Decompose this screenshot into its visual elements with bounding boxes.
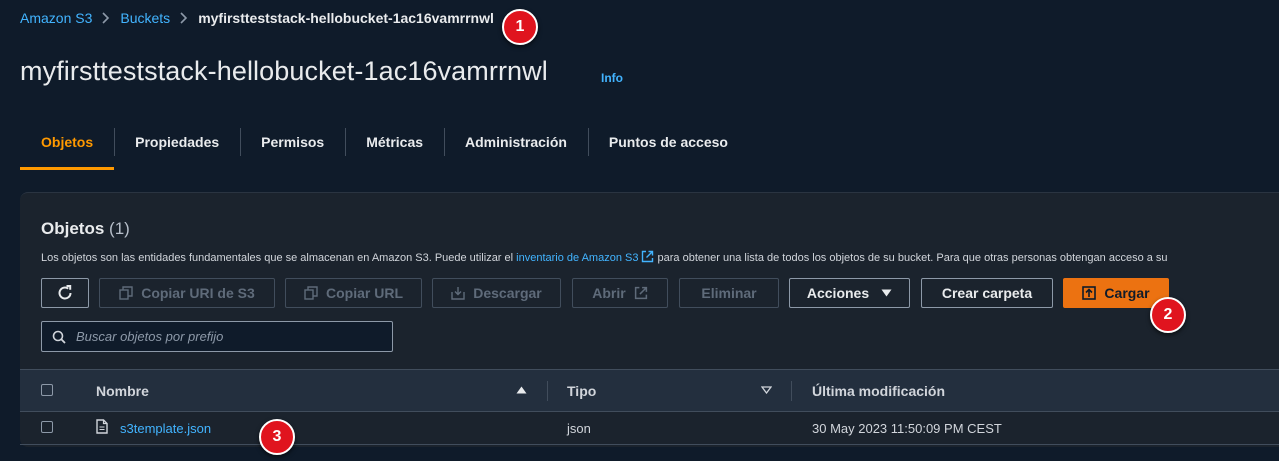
tab-puntos-de-acceso[interactable]: Puntos de acceso xyxy=(587,126,749,170)
info-link[interactable]: Info xyxy=(601,71,623,85)
description-text-start: Los objetos son las entidades fundamenta… xyxy=(41,252,517,264)
objects-panel: Objetos (1) Los objetos son las entidade… xyxy=(20,192,1279,447)
copy-s3-uri-button[interactable]: Copiar URI de S3 xyxy=(99,278,275,308)
upload-label: Cargar xyxy=(1104,285,1150,301)
breadcrumb-buckets[interactable]: Buckets xyxy=(120,10,170,26)
column-header-last-modified[interactable]: Última modificación xyxy=(812,383,945,399)
download-icon xyxy=(451,286,465,300)
create-folder-button[interactable]: Crear carpeta xyxy=(921,278,1053,308)
tab-label: Puntos de acceso xyxy=(608,134,728,150)
inventory-link[interactable]: inventario de Amazon S3 xyxy=(516,252,638,264)
download-label: Descargar xyxy=(473,285,542,301)
external-link-icon xyxy=(634,286,648,300)
table-row: s3template.json json 30 May 2023 11:50:0… xyxy=(20,411,1279,445)
annotation-badge-3: 3 xyxy=(259,419,295,455)
tab-administracion[interactable]: Administración xyxy=(444,126,588,170)
copy-icon xyxy=(119,286,133,300)
objects-description: Los objetos son las entidades fundamenta… xyxy=(41,250,1168,266)
tab-objetos[interactable]: Objetos xyxy=(20,126,115,170)
table-header: Nombre Tipo Última modificación xyxy=(20,369,1279,412)
file-icon xyxy=(96,419,108,434)
row-checkbox[interactable] xyxy=(41,421,53,433)
object-type: json xyxy=(567,421,591,436)
tab-label: Permisos xyxy=(261,134,325,150)
breadcrumb: Amazon S3 Buckets myfirstteststack-hello… xyxy=(20,10,494,26)
delete-label: Eliminar xyxy=(701,285,757,301)
description-text-end: para obtener una lista de todos los obje… xyxy=(654,252,1168,264)
sort-ascending-icon[interactable] xyxy=(516,386,527,394)
tab-label: Propiedades xyxy=(135,134,220,150)
tab-permisos[interactable]: Permisos xyxy=(240,126,345,170)
upload-icon xyxy=(1082,286,1097,300)
tab-label: Métricas xyxy=(366,134,424,150)
annotation-badge-2: 2 xyxy=(1150,297,1186,333)
objects-count: (1) xyxy=(109,219,130,238)
search-field[interactable] xyxy=(41,321,393,352)
copy-url-label: Copiar URL xyxy=(326,285,403,301)
open-label: Abrir xyxy=(592,285,626,301)
column-separator xyxy=(791,381,792,401)
delete-button[interactable]: Eliminar xyxy=(679,278,779,308)
page-title: myfirstteststack-hellobucket-1ac16vamrrn… xyxy=(20,56,548,86)
tab-label: Administración xyxy=(465,134,567,150)
object-last-modified: 30 May 2023 11:50:09 PM CEST xyxy=(812,421,1002,436)
copy-s3-uri-label: Copiar URI de S3 xyxy=(141,285,255,301)
download-button[interactable]: Descargar xyxy=(432,278,561,308)
sort-icon[interactable] xyxy=(761,386,772,394)
refresh-icon xyxy=(56,284,74,302)
create-folder-label: Crear carpeta xyxy=(941,285,1033,301)
actions-label: Acciones xyxy=(806,285,870,301)
objects-title-text: Objetos xyxy=(41,219,105,238)
tab-bar: Objetos Propiedades Permisos Métricas Ad… xyxy=(20,126,749,170)
copy-icon xyxy=(304,286,318,300)
copy-url-button[interactable]: Copiar URL xyxy=(285,278,422,308)
caret-down-icon xyxy=(881,289,892,297)
chevron-right-icon xyxy=(102,12,110,24)
object-name-link[interactable]: s3template.json xyxy=(120,421,211,436)
column-header-name[interactable]: Nombre xyxy=(96,383,149,399)
breadcrumb-current-bucket: myfirstteststack-hellobucket-1ac16vamrrn… xyxy=(198,10,494,26)
actions-dropdown-button[interactable]: Acciones xyxy=(789,278,910,308)
open-button[interactable]: Abrir xyxy=(572,278,668,308)
column-header-type[interactable]: Tipo xyxy=(567,383,596,399)
external-link-icon xyxy=(641,250,654,266)
column-separator xyxy=(547,381,548,401)
refresh-button[interactable] xyxy=(41,278,89,308)
objects-panel-title: Objetos (1) xyxy=(41,219,130,239)
breadcrumb-amazon-s3[interactable]: Amazon S3 xyxy=(20,10,92,26)
search-input[interactable] xyxy=(74,328,378,345)
tab-propiedades[interactable]: Propiedades xyxy=(114,126,240,170)
select-all-checkbox[interactable] xyxy=(41,384,53,396)
tab-label: Objetos xyxy=(41,134,94,150)
tab-metricas[interactable]: Métricas xyxy=(345,126,444,170)
chevron-right-icon xyxy=(180,12,188,24)
annotation-badge-1: 1 xyxy=(502,9,538,45)
search-icon xyxy=(52,330,66,344)
